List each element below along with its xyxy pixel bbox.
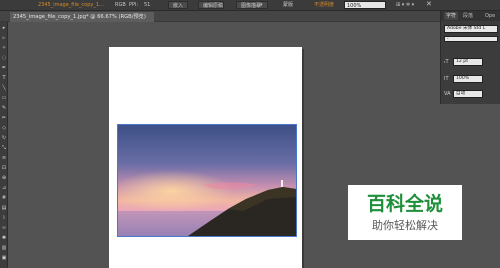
chevron-down-icon[interactable]: ▾ [260,1,263,9]
arrange-icon[interactable]: ⊞ ▾ ✲ ▾ [396,1,414,9]
artboard-tool-icon[interactable]: ▣ [1,256,7,261]
illustrator-window: 2345_image_file_copy_1... RGB PPI: 51 嵌入… [0,0,500,268]
placed-image[interactable] [117,124,297,237]
free-transform-tool-icon[interactable]: ⊡ [1,166,7,171]
watermark-subtitle: 助你轻松解决 [372,219,438,232]
tools-panel: ▸ ▹ ✧ ◌ ✒ T ╲ ▭ ✎ ✏ ◇ ↻ ⤡ ≋ ⊡ ⊕ ⊿ # ▤ ⌇ … [0,22,8,268]
tracking-icon: VA [444,91,451,97]
shape-builder-tool-icon[interactable]: ⊕ [1,176,7,181]
paintbrush-tool-icon[interactable]: ✎ [1,106,7,111]
character-panel: 字符 段落 Ope Adobe 宋体 Std L - ₜT 12 pt IT 1… [440,11,500,104]
opacity-field[interactable]: 100% [344,1,386,9]
leading-icon: IT [444,76,449,82]
linked-file-link[interactable]: 2345_image_file_copy_1... [38,1,104,9]
opacity-link[interactable]: 不透明度 [314,1,334,9]
pen-tool-icon[interactable]: ✒ [1,66,7,71]
font-style-field[interactable]: - [444,36,498,42]
perspective-grid-tool-icon[interactable]: ⊿ [1,186,7,191]
watermark-logo: 百科全说 助你轻松解决 [348,185,462,240]
character-panel-tabs: 字符 段落 Ope [441,11,500,21]
selection-tool-icon[interactable]: ▸ [1,26,7,31]
mask-button[interactable]: 蒙版 [283,1,293,9]
document-tab-bar: 2345_image_file_copy_1.jpg* @ 66.67% (RG… [0,11,440,22]
tab-opentype[interactable]: Ope [485,12,495,20]
blend-tool-icon[interactable]: ∞ [1,226,7,231]
symbol-sprayer-tool-icon[interactable]: ✺ [1,236,7,241]
scale-tool-icon[interactable]: ⤡ [1,146,7,151]
watermark-title: 百科全说 [366,193,443,215]
eyedropper-tool-icon[interactable]: ⌇ [1,216,7,221]
mesh-tool-icon[interactable]: # [1,196,7,201]
leading-field[interactable]: 100% [453,75,483,83]
tracking-field[interactable]: 自动 [453,90,483,98]
control-bar: 2345_image_file_copy_1... RGB PPI: 51 嵌入… [0,0,500,11]
ppi-label: PPI: [129,2,139,8]
font-size-icon: ₜT [444,59,449,65]
pencil-tool-icon[interactable]: ✏ [1,116,7,121]
font-size-field[interactable]: 12 pt [453,58,483,66]
rectangle-tool-icon[interactable]: ▭ [1,96,7,101]
magic-wand-tool-icon[interactable]: ✧ [1,46,7,51]
image-trace-button[interactable]: 图像描摹 [236,1,268,9]
tab-paragraph[interactable]: 段落 [463,12,473,20]
color-mode-label: RGB [115,2,126,8]
gradient-tool-icon[interactable]: ▤ [1,206,7,211]
lasso-tool-icon[interactable]: ◌ [1,56,7,61]
graph-tool-icon[interactable]: ▥ [1,246,7,251]
document-tab[interactable]: 2345_image_file_copy_1.jpg* @ 66.67% (RG… [10,12,154,22]
ppi-value: 51 [144,2,151,8]
direct-selection-tool-icon[interactable]: ▹ [1,36,7,41]
type-tool-icon[interactable]: T [1,76,7,81]
warp-tool-icon[interactable]: ≋ [1,156,7,161]
edit-original-button[interactable]: 编辑原稿 [198,1,224,9]
embed-button[interactable]: 嵌入 [168,1,188,9]
close-icon[interactable]: ✕ [426,0,432,8]
eraser-tool-icon[interactable]: ◇ [1,126,7,131]
font-family-field[interactable]: Adobe 宋体 Std L [444,25,498,33]
rotate-tool-icon[interactable]: ↻ [1,136,7,141]
tab-character[interactable]: 字符 [444,12,459,20]
line-tool-icon[interactable]: ╲ [1,86,7,91]
